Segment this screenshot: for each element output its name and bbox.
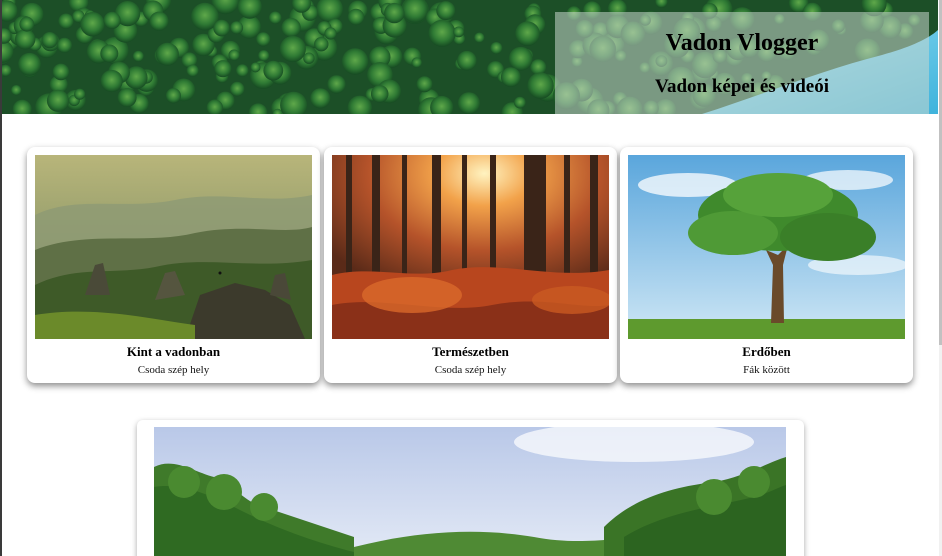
tree-crown xyxy=(100,44,119,63)
tree-crown xyxy=(165,88,181,104)
tree-crown xyxy=(155,42,179,66)
tree-crown xyxy=(341,48,369,75)
tree-crown xyxy=(100,69,123,93)
card-image[interactable] xyxy=(332,155,609,339)
tree-crown xyxy=(457,50,477,71)
tree-crown xyxy=(515,21,540,46)
tree-crown xyxy=(327,75,346,94)
tree-crown xyxy=(500,67,521,87)
tree-crown xyxy=(508,46,533,71)
tree-crown xyxy=(132,50,144,62)
tree-crown xyxy=(303,52,315,64)
tree-crown xyxy=(527,72,554,99)
tree-crown xyxy=(58,13,74,29)
green-landscape-image xyxy=(154,427,786,556)
tree-crown xyxy=(228,49,240,61)
tree-crown xyxy=(347,8,365,26)
tree-crown xyxy=(324,27,337,40)
card-description: Csoda szép hely xyxy=(137,364,210,376)
tree-crown xyxy=(41,31,58,49)
card-title: Kint a vadonban xyxy=(126,344,221,359)
tree-crown xyxy=(15,29,36,50)
tree-crown xyxy=(279,35,306,63)
tree-crown xyxy=(186,64,199,77)
card-title: Erdőben xyxy=(742,344,791,359)
featured-image[interactable] xyxy=(154,427,786,556)
tree-crown xyxy=(514,96,526,109)
tree-crown xyxy=(281,18,301,38)
tree-crown xyxy=(52,63,70,81)
tree-crown xyxy=(457,92,480,114)
featured-media-box[interactable] xyxy=(137,420,804,556)
lone-tree-image xyxy=(628,155,905,339)
tree-crown xyxy=(370,85,389,103)
tree-crown xyxy=(474,32,485,43)
tree-crown xyxy=(310,88,331,109)
tree-crown xyxy=(214,60,232,78)
tree-crown xyxy=(250,62,261,73)
tree-crown xyxy=(213,19,230,37)
tree-crown xyxy=(117,88,137,108)
tree-crown xyxy=(56,37,72,53)
tree-crown xyxy=(453,26,464,38)
site-title: Vadon Vlogger xyxy=(665,30,819,56)
tree-crown xyxy=(428,19,456,47)
autumn-forest-image xyxy=(332,155,609,339)
card-description: Fák között xyxy=(743,364,790,376)
tree-crown xyxy=(384,2,405,24)
tree-crown xyxy=(230,21,244,35)
site-subtitle: Vadon képei és videói xyxy=(654,76,830,97)
tree-crown xyxy=(416,76,433,93)
card-description: Csoda szép hely xyxy=(434,364,507,376)
tree-crown xyxy=(149,11,169,31)
tree-crown xyxy=(229,81,245,97)
tree-crown xyxy=(263,60,284,81)
tree-crown xyxy=(46,89,70,112)
mountain-valley-image xyxy=(35,155,312,339)
tree-crown xyxy=(80,12,105,37)
page: Vadon Vlogger Vadon képei és videói Kint… xyxy=(0,0,942,556)
tree-crown xyxy=(11,85,22,96)
gallery-card[interactable]: Erdőben Fák között xyxy=(620,147,913,383)
tree-crown xyxy=(256,32,271,47)
title-box: Vadon Vlogger Vadon képei és videói xyxy=(555,12,929,114)
tree-crown xyxy=(236,64,249,77)
gallery-card[interactable]: Kint a vadonban Csoda szép hely xyxy=(27,147,320,383)
tree-crown xyxy=(18,52,41,76)
tree-crown xyxy=(490,42,503,55)
tree-crown xyxy=(436,1,456,21)
gallery-card[interactable]: Természetben Csoda szép hely xyxy=(324,147,617,383)
tree-crown xyxy=(258,50,270,62)
tree-crown xyxy=(314,37,329,52)
header-banner: Vadon Vlogger Vadon képei és videói xyxy=(2,0,938,114)
tree-crown xyxy=(74,88,86,100)
card-title: Természetben xyxy=(432,344,509,359)
tree-crown xyxy=(19,16,35,32)
tree-crown xyxy=(103,11,121,29)
tree-crown xyxy=(411,57,422,68)
card-image[interactable] xyxy=(628,155,905,339)
card-image[interactable] xyxy=(35,155,312,339)
tree-crown xyxy=(268,11,282,25)
